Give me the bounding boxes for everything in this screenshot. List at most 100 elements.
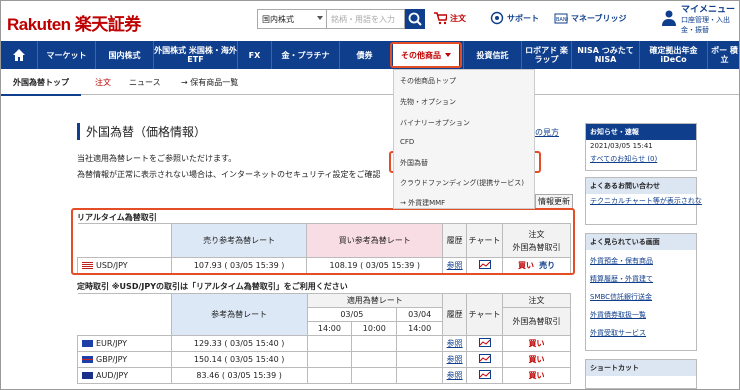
pair-aud: AUD/JPY bbox=[96, 371, 129, 380]
history-link[interactable]: 参照 bbox=[442, 351, 468, 368]
chart-header: チャート bbox=[466, 293, 504, 336]
svg-text:BANK: BANK bbox=[556, 17, 568, 23]
bank-icon: BANK bbox=[554, 13, 568, 24]
shortcut-panel: ショートカット bbox=[585, 359, 697, 389]
nav-foreign-stock[interactable]: 外国株式 米国株・海外ETF bbox=[153, 41, 237, 69]
table-row: AUD/JPY 83.46 ( 03/05 15:39 ) 参照 買い bbox=[77, 367, 571, 384]
other-products-dropdown: その他商品トップ 先物・オプション バイナリーオプション CFD 外国為替 クラ… bbox=[393, 69, 535, 209]
how-to-read-link[interactable]: の見方 bbox=[535, 127, 559, 138]
history-link[interactable]: 参照 bbox=[442, 335, 468, 352]
blank-cell bbox=[351, 351, 398, 368]
nav-domestic-stock[interactable]: 国内株式 bbox=[95, 41, 153, 69]
search-icon bbox=[408, 12, 422, 26]
refresh-button[interactable]: 情報更新 bbox=[535, 194, 573, 209]
buy-button[interactable]: 買い bbox=[502, 367, 571, 384]
active-tab-bar bbox=[1, 94, 81, 96]
history-header: 履歴 bbox=[442, 293, 468, 336]
rate-cell: 129.33 ( 03/05 15:40 ) bbox=[170, 335, 308, 352]
chart-icon bbox=[478, 338, 491, 347]
date-1: 03/05 bbox=[306, 307, 398, 322]
buy-button[interactable]: 買い bbox=[502, 351, 571, 368]
order-link[interactable]: 注文 bbox=[450, 13, 466, 24]
popular-heading: よく見られている画面 bbox=[586, 234, 696, 250]
au-flag-icon bbox=[82, 372, 93, 379]
popular-item[interactable]: 外貨債券取扱一覧 bbox=[586, 308, 696, 322]
dd-cfd[interactable]: CFD bbox=[400, 138, 414, 146]
nav-point[interactable]: ポー 積立 bbox=[707, 41, 739, 69]
header: Rakuten 楽天証券 国内株式 銘柄・用語を入力 注文 サポート BANK … bbox=[1, 1, 739, 41]
pair-eur: EUR/JPY bbox=[96, 339, 128, 348]
nav-robo[interactable]: ロボアド 楽ラップ bbox=[521, 41, 571, 69]
dd-futures[interactable]: 先物・オプション bbox=[400, 97, 456, 107]
date-2: 03/04 bbox=[396, 307, 444, 322]
popular-item[interactable]: 外貨預金・保有商品 bbox=[586, 254, 696, 268]
market-select[interactable]: 国内株式 bbox=[257, 9, 327, 29]
faq-panel: よくあるお問い合わせ テクニカルチャート等が表示されな bbox=[585, 177, 702, 225]
table-row: EUR/JPY 129.33 ( 03/05 15:40 ) 参照 買い bbox=[77, 335, 571, 352]
blank-cell bbox=[306, 351, 353, 368]
page-title: 外国為替（価格情報） bbox=[77, 123, 206, 140]
highlight-realtime bbox=[71, 208, 575, 275]
blank-cell bbox=[306, 367, 353, 384]
blank-cell bbox=[351, 335, 398, 352]
nav-gold[interactable]: 金・プラチナ bbox=[271, 41, 339, 69]
time-1: 14:00 bbox=[306, 321, 353, 336]
tab-order[interactable]: 注文 bbox=[95, 77, 111, 88]
tab-news[interactable]: ニュース bbox=[129, 77, 161, 88]
search-button[interactable] bbox=[405, 9, 425, 29]
my-menu-sub: 口座管理・入出金・振替 bbox=[681, 16, 730, 34]
dd-mmf[interactable]: → 外貨建MMF bbox=[400, 198, 445, 208]
dd-crowdfunding[interactable]: クラウドファンディング(提携サービス) bbox=[400, 178, 524, 188]
pair-cell: EUR/JPY bbox=[77, 335, 172, 352]
rate-cell: 150.14 ( 03/05 15:40 ) bbox=[170, 351, 308, 368]
market-select-value: 国内株式 bbox=[262, 15, 294, 24]
buy-button[interactable]: 買い bbox=[502, 335, 571, 352]
chart-button[interactable] bbox=[466, 335, 504, 352]
ref-rate-header: 参考為替レート bbox=[170, 293, 308, 336]
chart-button[interactable] bbox=[466, 367, 504, 384]
eu-flag-icon bbox=[82, 340, 93, 347]
blank-cell bbox=[396, 335, 444, 352]
tab-holdings[interactable]: → 保有商品一覧 bbox=[181, 77, 238, 88]
dd-other-top[interactable]: その他商品トップ bbox=[400, 76, 456, 86]
order-sub: 外国為替取引 bbox=[502, 307, 571, 336]
support-link[interactable]: サポート bbox=[507, 13, 539, 24]
all-notices-link[interactable]: すべてのお知らせ (0) bbox=[586, 152, 696, 166]
blank-cell bbox=[351, 367, 398, 384]
fixed-table: 参考為替レート 適用為替レート 履歴 チャート 注文 03/05 03/04 外… bbox=[77, 293, 571, 384]
dd-forex[interactable]: 外国為替 bbox=[400, 158, 428, 168]
nav-fx[interactable]: FX bbox=[237, 41, 271, 69]
nav-nisa[interactable]: NISA つみたてNISA bbox=[571, 41, 639, 69]
nav-market[interactable]: マーケット bbox=[37, 41, 95, 69]
nav-funds[interactable]: 投資信託 bbox=[463, 41, 521, 69]
faq-link[interactable]: テクニカルチャート等が表示されな bbox=[586, 194, 702, 208]
page-root: Rakuten 楽天証券 国内株式 銘柄・用語を入力 注文 サポート BANK … bbox=[0, 0, 740, 390]
popular-item[interactable]: 精算履歴・外貨建て bbox=[586, 272, 696, 286]
home-button[interactable] bbox=[1, 41, 37, 69]
shortcut-heading: ショートカット bbox=[586, 360, 696, 376]
chart-button[interactable] bbox=[466, 351, 504, 368]
notice-date: 2021/03/05 15:41 bbox=[590, 142, 653, 150]
rakuten-logo[interactable]: Rakuten 楽天証券 bbox=[7, 10, 141, 35]
order-header: 注文 bbox=[502, 293, 571, 308]
popular-item[interactable]: SMBC信託銀行送金 bbox=[586, 290, 696, 304]
popular-item[interactable]: 外貨受取サービス bbox=[586, 326, 696, 340]
dd-binary[interactable]: バイナリーオプション bbox=[400, 118, 470, 128]
history-link[interactable]: 参照 bbox=[442, 367, 468, 384]
chart-icon bbox=[478, 354, 491, 363]
applied-header: 適用為替レート bbox=[306, 293, 444, 308]
tab-forex-top[interactable]: 外国為替トップ bbox=[13, 77, 69, 88]
chevron-down-icon bbox=[317, 16, 323, 20]
description-line1: 当社適用為替レートをご参照いただけます。 bbox=[77, 154, 237, 163]
uk-flag-icon bbox=[82, 356, 93, 363]
money-bridge-link[interactable]: マネーブリッジ bbox=[571, 13, 627, 24]
user-icon bbox=[662, 10, 676, 26]
popular-panel: よく見られている画面 外貨預金・保有商品 精算履歴・外貨建て SMBC信託銀行送… bbox=[585, 233, 697, 351]
nav-bonds[interactable]: 債券 bbox=[339, 41, 389, 69]
faq-heading: よくあるお問い合わせ bbox=[586, 178, 696, 194]
nav-ideco[interactable]: 確定拠出年金 iDeCo bbox=[639, 41, 707, 69]
search-input[interactable]: 銘柄・用語を入力 bbox=[327, 9, 405, 29]
my-menu[interactable]: マイメニュー 口座管理・入出金・振替 bbox=[681, 5, 739, 35]
chart-icon bbox=[478, 370, 491, 379]
blank-cell bbox=[306, 335, 353, 352]
